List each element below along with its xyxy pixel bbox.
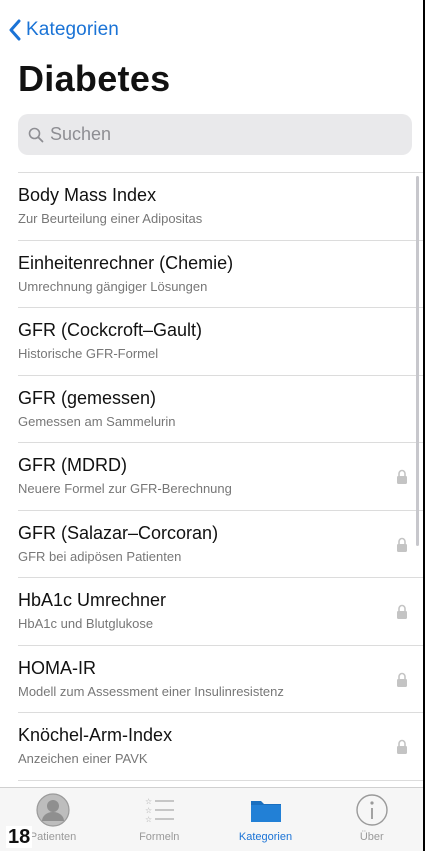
list-item-title: GFR (gemessen) [18, 387, 157, 408]
list-stars-icon: ☆ ☆ ☆ [142, 793, 176, 827]
list-item[interactable]: Body Mass Index Zur Beurteilung einer Adi… [0, 173, 425, 241]
page-number: 18 [6, 826, 33, 848]
back-button-label: Kategorien [26, 19, 119, 40]
list-item-subtitle: HbA1c und Blutglukose [18, 616, 154, 631]
list-item[interactable]: GFR (gemessen) Gemessen am Sammelurin [0, 376, 425, 443]
list-item[interactable]: GFR (Salazar–Corcoran) GFR bei adipösen P… [0, 511, 425, 578]
tab-formeln[interactable]: ☆ ☆ ☆ Formeln [106, 788, 212, 851]
lock-icon [397, 537, 407, 552]
list-item-subtitle: GFR bei adipösen Patienten [18, 548, 182, 564]
svg-text:☆: ☆ [145, 797, 152, 806]
list-item-title: GFR (MDRD) [18, 455, 127, 475]
list-item-subtitle: Zur Beurteilung einer Adipositas [18, 211, 203, 226]
list-item[interactable]: HbA1c Umrechner HbA1c und Blutglukose [0, 578, 425, 646]
page-title: Diabetes [18, 58, 171, 99]
list-item-title: Knöchel-Arm-Index [18, 725, 173, 745]
lock-icon [397, 739, 407, 754]
list-item[interactable]: GFR (Cockcroft–Gault) Historische GFR-For… [0, 308, 425, 376]
lock-icon [397, 604, 407, 619]
list-item[interactable]: HOMA-IR Modell zum Assessment einer Insul… [0, 646, 425, 713]
divider [18, 779, 425, 781]
list-item-title: Einheitenrechner (Chemie) [18, 252, 234, 273]
list-item-title: HbA1c Umrechner [18, 590, 167, 610]
tab-über[interactable]: Über [319, 788, 425, 851]
tab-kategorien[interactable]: Kategorien [213, 788, 319, 851]
person-icon [36, 793, 70, 827]
search-input[interactable] [50, 124, 370, 145]
svg-text:☆: ☆ [145, 815, 152, 824]
lock-icon [397, 672, 407, 687]
lock-icon [397, 469, 407, 484]
tab-bar: Patienten ☆ ☆ ☆ Formeln Kategorien Über [0, 787, 425, 851]
chevron-left-icon [9, 19, 21, 41]
search-bar[interactable] [18, 114, 412, 155]
list-item-subtitle: Umrechnung gängiger Lösungen [18, 278, 208, 294]
list-item-subtitle: Gemessen am Sammelurin [18, 413, 176, 429]
list-item-title: HOMA-IR [18, 657, 96, 678]
tab-label: Kategorien [238, 831, 293, 843]
back-button[interactable]: Kategorien [8, 16, 119, 44]
list-item-subtitle: Anzeichen einer PAVK [18, 751, 148, 766]
list-item[interactable]: Knöchel-Arm-Index Anzeichen einer PAVK [0, 713, 425, 781]
app-screen: Kategorien Diabetes Body Mass Index Zur B… [0, 0, 425, 851]
info-icon [355, 793, 389, 827]
list-item[interactable]: GFR (MDRD) Neuere Formel zur GFR-Berechnu… [0, 443, 425, 511]
list-item[interactable]: Einheitenrechner (Chemie) Umrechnung gäng… [0, 241, 425, 308]
svg-text:☆: ☆ [145, 806, 152, 815]
list-item-title: GFR (Salazar–Corcoran) [18, 522, 219, 543]
tab-label: Über [359, 831, 384, 843]
list-item-subtitle: Modell zum Assessment einer Insulinresis… [18, 683, 284, 699]
tab-label: Formeln [139, 831, 180, 843]
list-item-title: GFR (Cockcroft–Gault) [18, 320, 203, 340]
folder-icon [249, 793, 283, 827]
search-icon [28, 127, 44, 142]
list-item-subtitle: Historische GFR-Formel [18, 346, 159, 361]
formula-list: Body Mass Index Zur Beurteilung einer Adi… [0, 173, 425, 781]
list-item-title: Body Mass Index [18, 185, 157, 205]
scrollbar[interactable] [416, 176, 419, 546]
list-item-subtitle: Neuere Formel zur GFR-Berechnung [18, 481, 232, 496]
